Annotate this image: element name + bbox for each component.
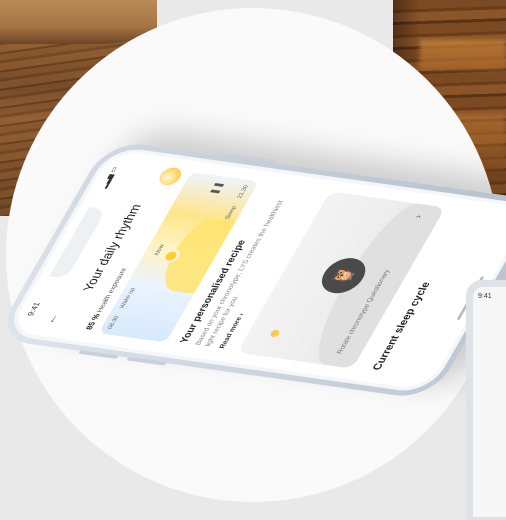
- arrow-left-icon[interactable]: ←: [42, 313, 61, 325]
- rhythm-now-label: Now: [154, 244, 166, 256]
- pause-icon[interactable]: ❚❚: [208, 181, 226, 196]
- second-phone-screen: [473, 287, 506, 517]
- second-phone-status-time: 9:41: [478, 293, 492, 300]
- sun-dot-icon: [269, 329, 281, 338]
- status-time: 9:41: [25, 301, 43, 317]
- wood-highlight: [420, 40, 506, 70]
- rhythm-end-label: Sleep: [224, 205, 239, 220]
- rhythm-end-time: 21.30: [236, 184, 251, 199]
- rhythm-start-time: 08.30: [107, 315, 121, 330]
- signal-battery-icon: ▂▃▅ ▭: [100, 166, 120, 189]
- rhythm-start-label: Wake up: [119, 287, 137, 309]
- exposure-value: 85 %: [84, 313, 102, 331]
